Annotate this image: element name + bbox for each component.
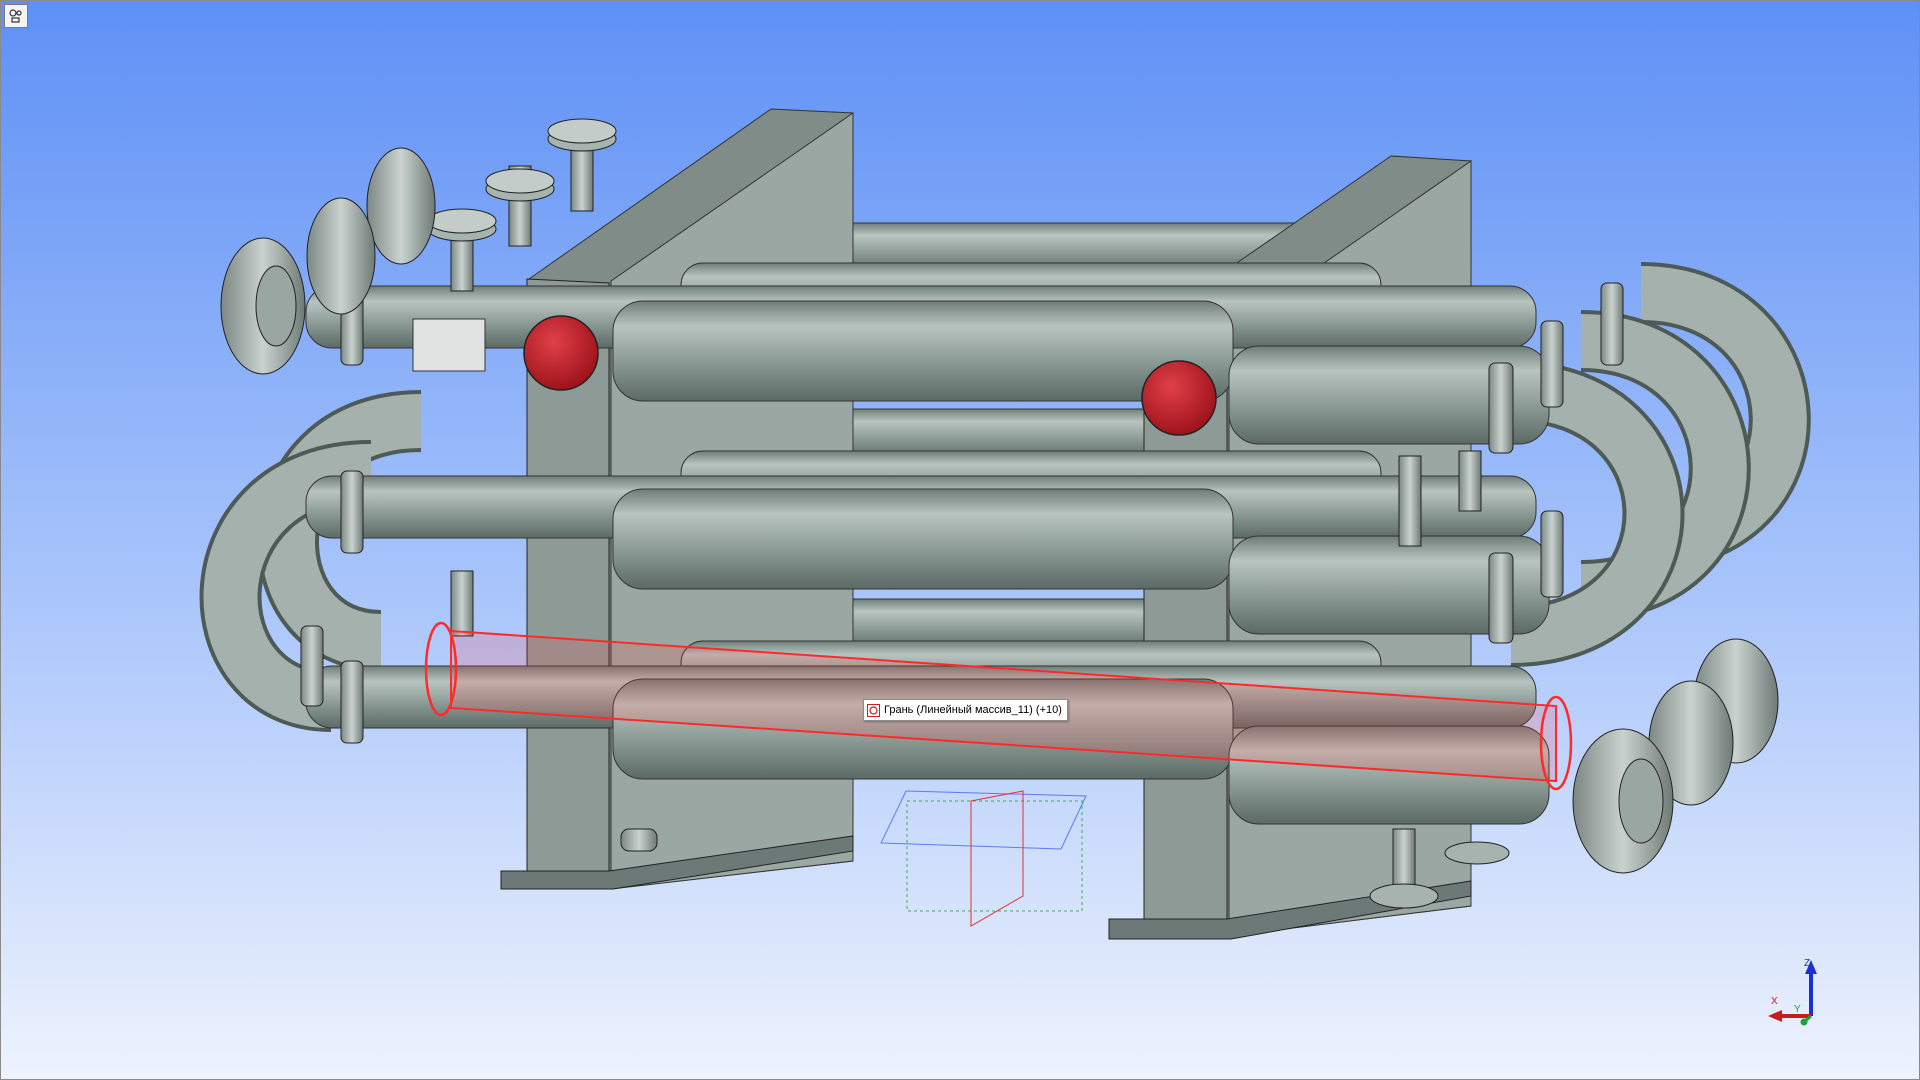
face-select-icon [867, 703, 880, 717]
bolted-flanges-right [1572, 638, 1779, 874]
tooltip-text: Грань (Линейный массив_11) (+10) [884, 704, 1062, 716]
triad-z-label: Z [1804, 958, 1810, 969]
3d-viewport[interactable]: Грань (Линейный массив_11) (+10) Z X Y [0, 0, 1920, 1080]
face-tooltip: Грань (Линейный массив_11) (+10) [863, 699, 1068, 721]
triad-y-label: Y [1794, 1004, 1801, 1015]
u-bends-left [199, 390, 423, 732]
reference-planes [880, 790, 1087, 927]
axis-triad: Z X Y [1768, 958, 1817, 1026]
heat-exchanger-model[interactable] [1, 1, 1920, 1080]
view-settings-button[interactable] [4, 4, 28, 28]
view-settings-icon [9, 9, 22, 23]
triad-x-label: X [1771, 996, 1778, 1007]
